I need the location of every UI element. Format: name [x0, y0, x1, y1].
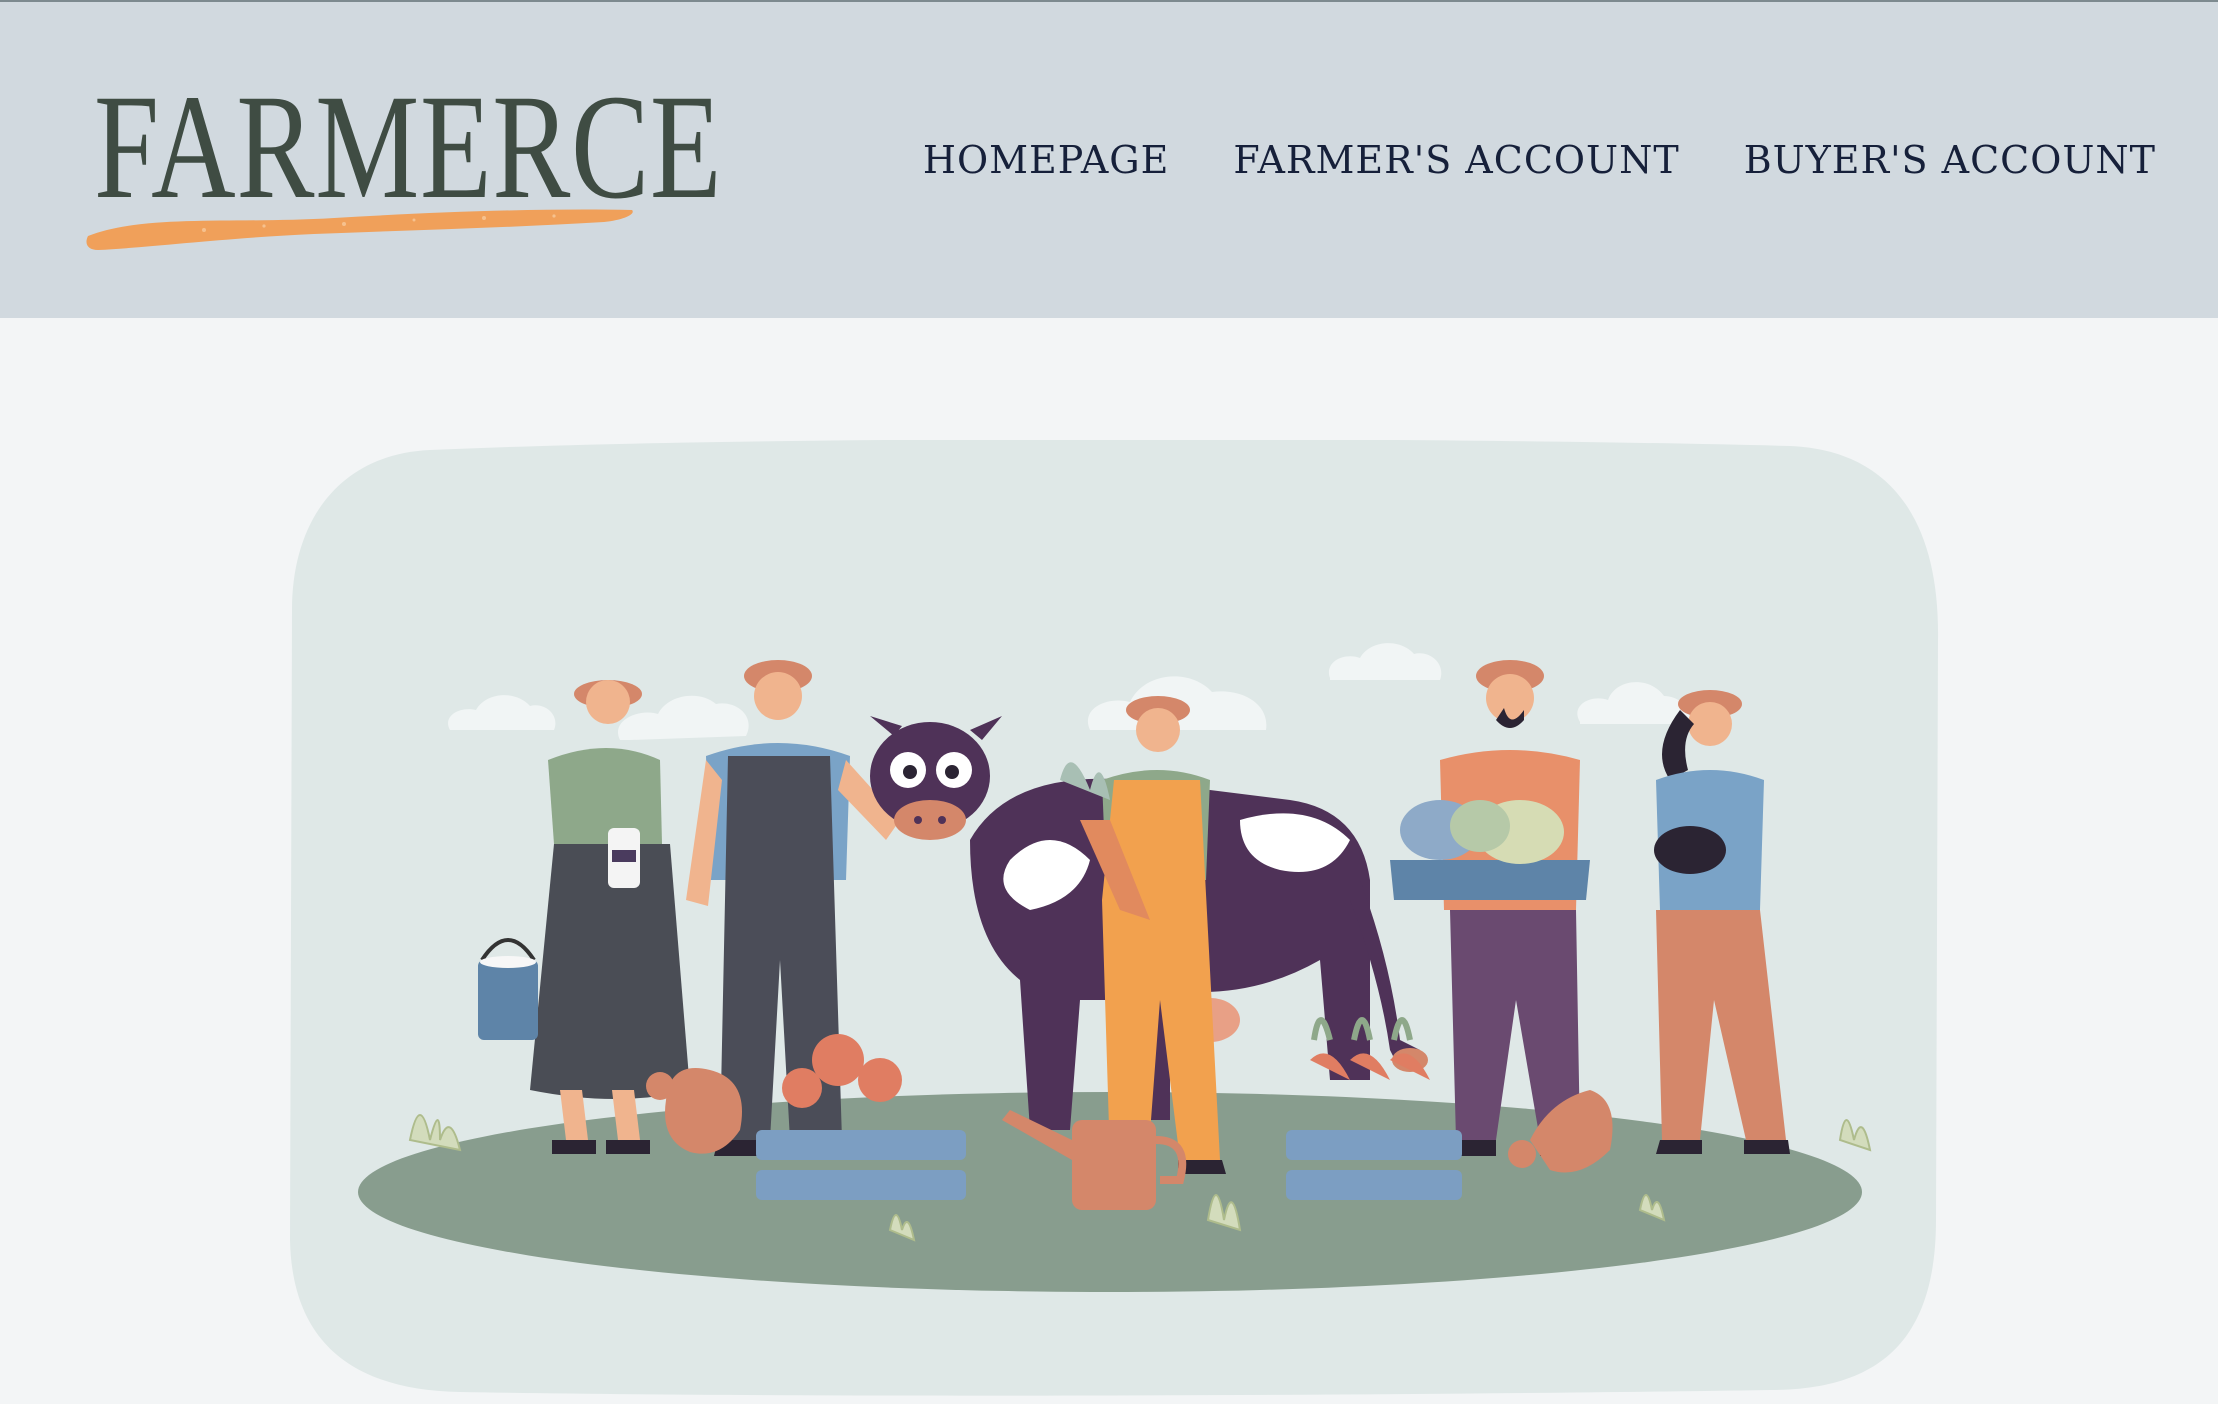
- farmers-illustration: [290, 440, 1939, 1396]
- main-nav: HOMEPAGE FARMER'S ACCOUNT BUYER'S ACCOUN…: [923, 138, 2156, 182]
- nav-farmers-account[interactable]: FARMER'S ACCOUNT: [1233, 138, 1679, 182]
- nav-homepage[interactable]: HOMEPAGE: [923, 138, 1170, 182]
- nav-buyers-account[interactable]: BUYER'S ACCOUNT: [1744, 138, 2156, 182]
- brand-logo[interactable]: FARMERCE: [84, 72, 721, 252]
- logo-swash-icon: [86, 209, 633, 250]
- site-header: FARMERCE HOMEPAGE FARMER'S ACCOUNT BUYER…: [0, 2, 2218, 318]
- main-content: [0, 318, 2218, 1404]
